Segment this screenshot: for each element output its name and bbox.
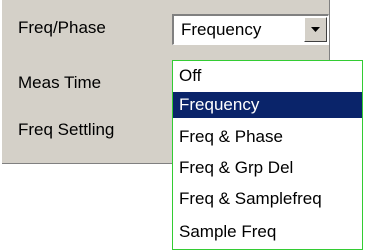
option-freq-grp-del[interactable]: Freq & Grp Del <box>173 155 362 181</box>
panel-edge <box>0 0 2 164</box>
freq-settling-label: Freq Settling <box>18 120 115 139</box>
option-sample-freq[interactable]: Sample Freq <box>173 219 362 245</box>
chevron-down-icon <box>311 27 320 32</box>
freq-phase-combobox[interactable]: Frequency <box>172 14 329 45</box>
option-frequency[interactable]: Frequency <box>173 92 362 118</box>
option-freq-phase[interactable]: Freq & Phase <box>173 124 362 150</box>
combo-dropdown-button[interactable] <box>304 17 327 42</box>
combo-value: Frequency <box>181 20 262 39</box>
freq-phase-dropdown-list: Off Frequency Freq & Phase Freq & Grp De… <box>172 60 363 250</box>
meas-time-label: Meas Time <box>18 73 102 92</box>
freq-phase-label: Freq/Phase <box>18 18 106 37</box>
option-off[interactable]: Off <box>173 63 362 89</box>
option-freq-samplefreq[interactable]: Freq & Samplefreq <box>173 186 362 212</box>
